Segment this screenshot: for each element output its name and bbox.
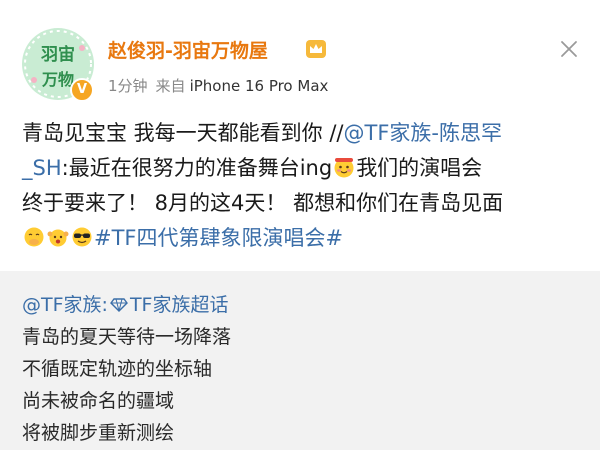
repost-line: 将被脚步重新测绘 bbox=[22, 422, 175, 444]
repost-line: 青岛的夏天等待一场降落 bbox=[22, 326, 232, 348]
crown-icon bbox=[306, 40, 326, 58]
post-line-4: #TF四代第肆象限演唱会# bbox=[22, 221, 582, 256]
post-meta: 1分钟 来自 iPhone 16 Pro Max bbox=[108, 75, 328, 96]
post-line-1: 青岛见宝宝 我每一天都能看到你 //@TF家族-陈思罕 bbox=[22, 116, 582, 151]
mention-link[interactable]: @TF家族-陈思罕 bbox=[344, 121, 502, 145]
post-source-device[interactable]: iPhone 16 Pro Max bbox=[190, 77, 329, 95]
sunglasses-face-emoji-icon bbox=[72, 227, 92, 247]
mention-link-continued[interactable]: _SH bbox=[22, 156, 62, 180]
blushing-face-emoji-icon bbox=[334, 158, 354, 178]
post-line-3: 终于要来了！ 8月的这4天！ 都想和你们在青岛见面 bbox=[22, 191, 504, 215]
supertopic-link[interactable]: TF家族超话 bbox=[130, 294, 229, 316]
repost-line: 不循既定轨迹的坐标轴 bbox=[22, 358, 213, 380]
face-with-hand-emoji-icon bbox=[24, 227, 44, 247]
hashtag-link[interactable]: #TF四代第肆象限演唱会# bbox=[94, 226, 343, 250]
weibo-post-card: 羽宙 万物 V 赵俊羽-羽宙万物屋 1分钟 来自 iPhone 16 Pro Max… bbox=[0, 0, 600, 271]
post-time: 1分钟 bbox=[108, 77, 148, 95]
repost-mention-link[interactable]: @TF家族: bbox=[22, 294, 108, 316]
diamond-icon bbox=[110, 298, 128, 312]
author-name[interactable]: 赵俊羽-羽宙万物屋 bbox=[108, 36, 268, 63]
post-line-2: _SH:最近在很努力的准备舞台ing 我们的演唱会 bbox=[22, 151, 582, 186]
post-body: 青岛见宝宝 我每一天都能看到你 //@TF家族-陈思罕 _SH:最近在很努力的准… bbox=[22, 116, 582, 256]
repost-header: @TF家族: TF家族超话 bbox=[22, 289, 231, 321]
post-text: 青岛见宝宝 我每一天都能看到你 // bbox=[22, 121, 344, 145]
post-text: 我们的演唱会 bbox=[356, 156, 483, 180]
avatar-text-top: 羽宙 bbox=[41, 45, 75, 65]
repost-content: @TF家族: TF家族超话 青岛的夏天等待一场降落 不循既定轨迹的坐标轴 尚未被… bbox=[22, 289, 231, 449]
close-icon[interactable] bbox=[560, 40, 578, 58]
repost-section[interactable]: @TF家族: TF家族超话 青岛的夏天等待一场降落 不循既定轨迹的坐标轴 尚未被… bbox=[0, 271, 600, 450]
repost-line: 尚未被命名的疆域 bbox=[22, 390, 175, 412]
v-badge-icon: V bbox=[70, 78, 94, 102]
post-text: :最近在很努力的准备舞台ing bbox=[61, 156, 333, 180]
cheering-face-emoji-icon bbox=[47, 229, 69, 247]
post-source-label: 来自 bbox=[155, 77, 186, 95]
